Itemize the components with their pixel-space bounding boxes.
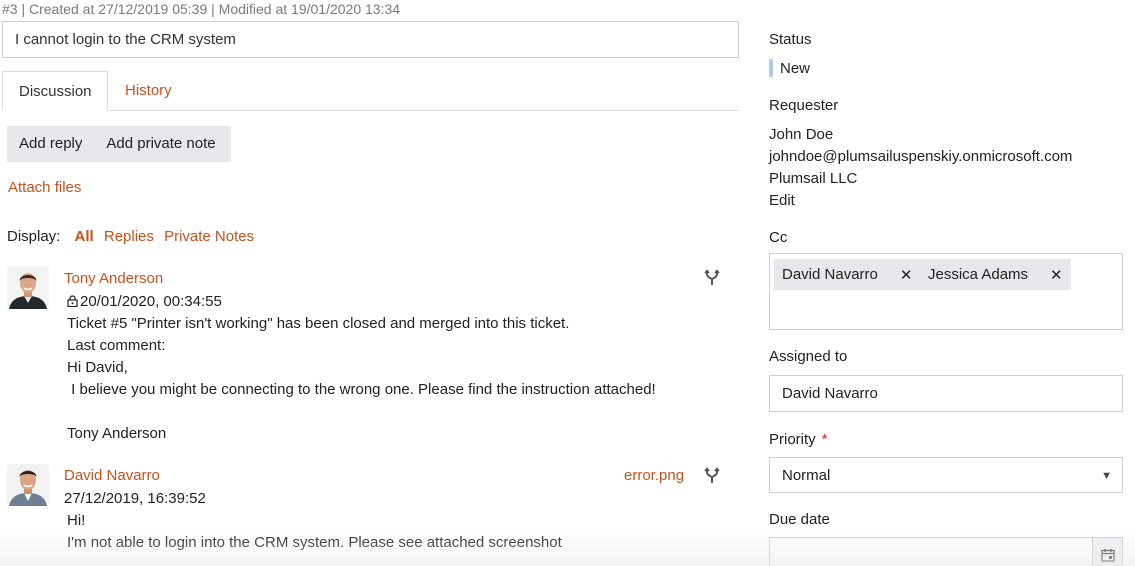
comment-line: I believe you might be connecting to the… bbox=[67, 381, 656, 398]
comment-line: Hi David, bbox=[67, 359, 128, 376]
comment-date-text: 20/01/2020, 00:34:55 bbox=[80, 293, 222, 310]
cc-chip-label: Jessica Adams bbox=[928, 266, 1029, 283]
due-date-label: Due date bbox=[769, 511, 830, 528]
tab-history[interactable]: History bbox=[109, 71, 188, 111]
comment-date: 27/12/2019, 16:39:52 bbox=[64, 490, 206, 507]
avatar bbox=[7, 464, 49, 506]
requester-company: Plumsail LLC bbox=[769, 170, 858, 187]
status-label: Status bbox=[769, 31, 812, 48]
calendar-icon bbox=[1101, 548, 1115, 566]
subject-input[interactable]: I cannot login to the CRM system bbox=[2, 21, 739, 58]
display-filter: Display: All Replies Private Notes bbox=[7, 228, 260, 245]
reply-button-group: Add reply Add private note bbox=[7, 126, 231, 162]
calendar-button[interactable] bbox=[1092, 538, 1122, 566]
cc-chip: David Navarro ✕ bbox=[774, 259, 921, 290]
priority-label-text: Priority bbox=[769, 431, 816, 448]
add-reply-button[interactable]: Add reply bbox=[7, 126, 94, 162]
due-date-input[interactable] bbox=[769, 537, 1123, 566]
avatar bbox=[7, 267, 49, 309]
fork-icon[interactable] bbox=[703, 467, 721, 489]
status-indicator bbox=[769, 59, 773, 77]
attach-files-link[interactable]: Attach files bbox=[8, 179, 81, 196]
status-value[interactable]: New bbox=[780, 60, 810, 77]
comment-line: Ticket #5 "Printer isn't working" has be… bbox=[67, 315, 570, 332]
comment-line: Hi! bbox=[67, 512, 86, 529]
required-marker: * bbox=[821, 431, 828, 448]
requester-email: johndoe@plumsailuspenskiy.onmicrosoft.co… bbox=[769, 148, 1073, 165]
comment-date: 20/01/2020, 00:34:55 bbox=[67, 293, 222, 310]
cc-chip-label: David Navarro bbox=[782, 266, 878, 283]
comment-signature: Tony Anderson bbox=[67, 425, 167, 442]
assigned-to-label: Assigned to bbox=[769, 348, 848, 365]
comment-line: I'm not able to login into the CRM syste… bbox=[67, 534, 562, 551]
requester-name[interactable]: John Doe bbox=[769, 126, 833, 143]
fork-icon[interactable] bbox=[703, 269, 721, 291]
priority-value: Normal bbox=[782, 467, 831, 484]
chevron-down-icon: ▼ bbox=[1101, 470, 1112, 482]
edit-requester-link[interactable]: Edit bbox=[769, 192, 795, 209]
add-private-note-button[interactable]: Add private note bbox=[94, 126, 227, 162]
ticket-meta: #3 | Created at 27/12/2019 05:39 | Modif… bbox=[2, 1, 401, 17]
requester-label: Requester bbox=[769, 97, 839, 114]
comment-author[interactable]: Tony Anderson bbox=[64, 270, 163, 287]
priority-label: Priority * bbox=[769, 431, 828, 448]
filter-private-notes[interactable]: Private Notes bbox=[164, 228, 254, 245]
close-icon[interactable]: ✕ bbox=[900, 266, 913, 290]
tab-discussion[interactable]: Discussion bbox=[2, 71, 108, 111]
attachment-link[interactable]: error.png bbox=[624, 467, 684, 484]
priority-select[interactable]: Normal ▼ bbox=[769, 457, 1123, 493]
assigned-to-input[interactable]: David Navarro bbox=[769, 375, 1123, 412]
display-filter-label: Display: bbox=[7, 228, 61, 245]
filter-all[interactable]: All bbox=[75, 228, 94, 245]
comment-author[interactable]: David Navarro bbox=[64, 467, 160, 484]
cc-chip: Jessica Adams ✕ bbox=[920, 259, 1071, 290]
assigned-to-value: David Navarro bbox=[782, 385, 878, 402]
cc-label: Cc bbox=[769, 229, 788, 246]
comment-line: Last comment: bbox=[67, 337, 166, 354]
close-icon[interactable]: ✕ bbox=[1050, 266, 1063, 290]
filter-replies[interactable]: Replies bbox=[104, 228, 154, 245]
lock-icon bbox=[67, 294, 78, 308]
